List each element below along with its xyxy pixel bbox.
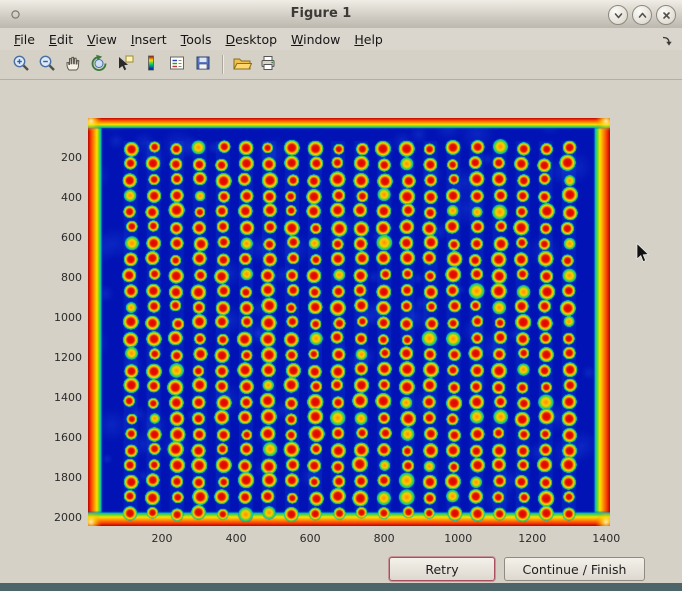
- zoom-out-button[interactable]: [34, 52, 59, 77]
- data-cursor-button[interactable]: [112, 52, 137, 77]
- legend-icon: [168, 54, 186, 76]
- zoom-out-icon: [38, 54, 56, 76]
- menu-item-tools[interactable]: Tools: [181, 32, 212, 47]
- x-tick-label: 1000: [438, 532, 478, 545]
- figure-canvas-area: Retry Continue / Finish 200 400 600 800 1000…: [0, 80, 682, 583]
- close-icon: [661, 6, 672, 25]
- x-tick-label: 600: [290, 532, 330, 545]
- window-title: Figure 1: [30, 6, 612, 21]
- continue-finish-button[interactable]: Continue / Finish: [504, 557, 645, 581]
- menubar: File Edit View Insert Tools Desktop Window Help: [0, 28, 682, 51]
- y-tick-label: 1800: [40, 471, 82, 484]
- save-icon: [194, 54, 212, 76]
- x-tick-label: 1400: [586, 532, 626, 545]
- x-tick-label: 400: [216, 532, 256, 545]
- x-tick-label: 1200: [512, 532, 552, 545]
- y-tick-label: 1600: [40, 431, 82, 444]
- y-tick-label: 200: [40, 151, 82, 164]
- y-tick-label: 1400: [40, 391, 82, 404]
- toolbar: [0, 50, 682, 80]
- y-tick-label: 800: [40, 271, 82, 284]
- y-tick-label: 600: [40, 231, 82, 244]
- pan-button[interactable]: [60, 52, 85, 77]
- y-tick-label: 1200: [40, 351, 82, 364]
- plot-area[interactable]: [88, 118, 610, 526]
- y-tick-label: 2000: [40, 511, 82, 524]
- open-button[interactable]: [229, 52, 254, 77]
- chevron-down-icon: [613, 6, 624, 25]
- window-controls: [608, 5, 676, 25]
- menu-overflow-button[interactable]: [661, 32, 674, 51]
- zoom-in-button[interactable]: [8, 52, 33, 77]
- rotate-3d-icon: [90, 54, 108, 76]
- bottom-strip: [0, 583, 682, 591]
- chevron-up-icon: [637, 6, 648, 25]
- window-menu-icon: [10, 5, 21, 24]
- save-button[interactable]: [190, 52, 215, 77]
- colorbar-button[interactable]: [138, 52, 163, 77]
- menu-item-help[interactable]: Help: [354, 32, 383, 47]
- menu-item-file[interactable]: File: [14, 32, 35, 47]
- print-icon: [259, 54, 277, 76]
- titlebar[interactable]: Figure 1: [0, 0, 682, 29]
- toolbar-separator: [222, 55, 223, 74]
- window-menu-button[interactable]: [8, 7, 22, 21]
- menu-overflow-arrow-icon: [661, 32, 674, 51]
- print-button[interactable]: [255, 52, 280, 77]
- zoom-in-icon: [12, 54, 30, 76]
- open-icon: [232, 54, 252, 76]
- y-tick-label: 400: [40, 191, 82, 204]
- rotate-3d-button[interactable]: [86, 52, 111, 77]
- colorbar-icon: [142, 54, 160, 76]
- chevron-up-button[interactable]: [632, 5, 652, 25]
- legend-button[interactable]: [164, 52, 189, 77]
- x-tick-label: 800: [364, 532, 404, 545]
- retry-button[interactable]: Retry: [389, 557, 495, 581]
- close-button[interactable]: [656, 5, 676, 25]
- chevron-down-button[interactable]: [608, 5, 628, 25]
- y-tick-label: 1000: [40, 311, 82, 324]
- menu-item-insert[interactable]: Insert: [131, 32, 167, 47]
- menu-item-edit[interactable]: Edit: [49, 32, 73, 47]
- menu-item-desktop[interactable]: Desktop: [225, 32, 277, 47]
- menu-items: File Edit View Insert Tools Desktop Window Help: [14, 28, 397, 50]
- menu-item-window[interactable]: Window: [291, 32, 340, 47]
- pan-icon: [64, 54, 82, 76]
- menu-item-view[interactable]: View: [87, 32, 117, 47]
- figure-image[interactable]: [88, 118, 610, 526]
- x-tick-label: 200: [142, 532, 182, 545]
- data-cursor-icon: [116, 54, 134, 76]
